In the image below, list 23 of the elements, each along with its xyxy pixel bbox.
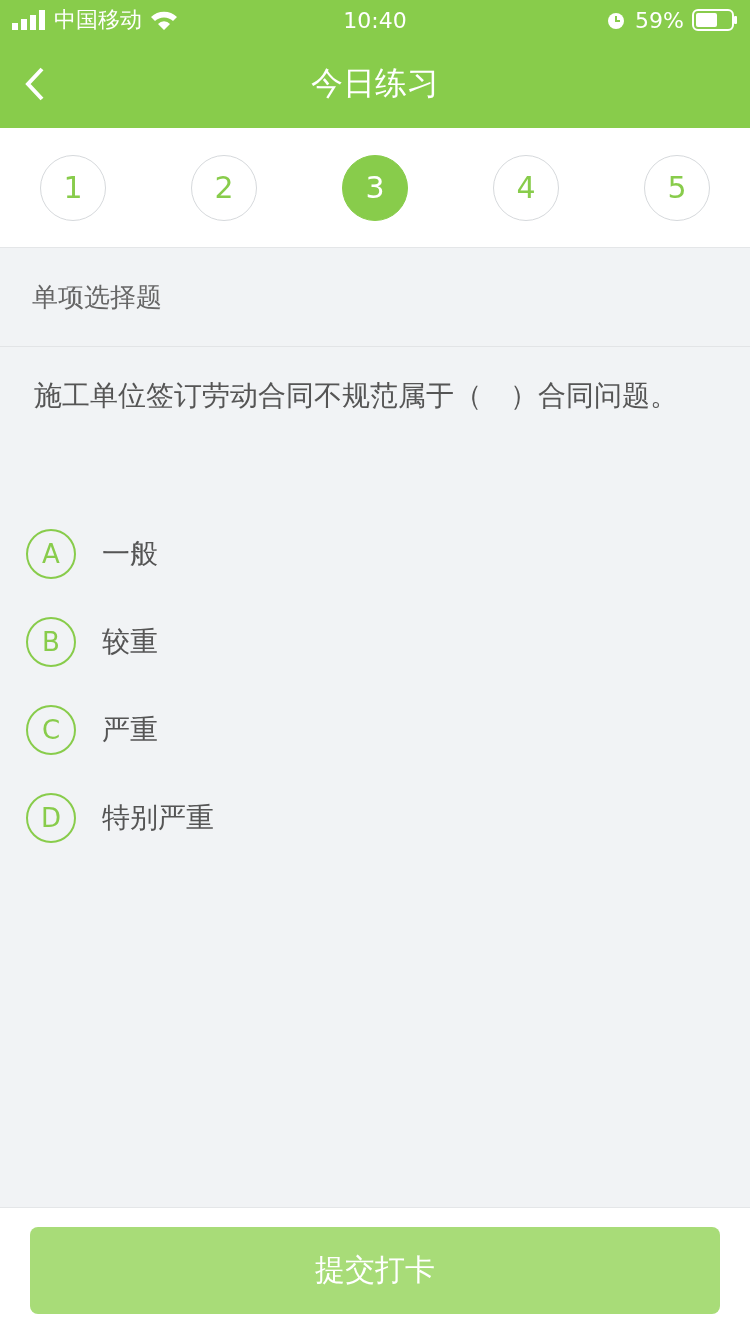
option-text[interactable]: 严重: [102, 711, 158, 749]
chevron-left-icon: [24, 66, 46, 102]
question-number-tab[interactable]: 1: [40, 154, 106, 221]
option-text[interactable]: 一般: [102, 535, 158, 573]
question-number-tab[interactable]: 2: [191, 154, 257, 221]
page-title: 今日练习: [311, 63, 439, 104]
option-letter[interactable]: B: [26, 617, 76, 667]
clock-time: 10:40: [343, 7, 407, 33]
carrier-name: 中国移动: [54, 6, 142, 34]
battery-percent: 59%: [635, 7, 684, 33]
option-letter[interactable]: C: [26, 705, 76, 755]
question-number-tab[interactable]: 4: [493, 154, 559, 221]
signal-icon: [12, 10, 46, 30]
option-letter[interactable]: D: [26, 793, 76, 843]
option-text[interactable]: 较重: [102, 623, 158, 661]
wifi-icon: [150, 9, 178, 31]
question-number-tab[interactable]: 5: [644, 154, 710, 221]
option-letter[interactable]: A: [26, 529, 76, 579]
option-text[interactable]: 特别严重: [102, 799, 214, 837]
question-text: 施工单位签订劳动合同不规范属于（ ）合同问题。: [33, 378, 679, 414]
question-type: 单项选择题: [32, 280, 162, 314]
battery-icon: [692, 9, 738, 31]
question-number-tab[interactable]: 3: [342, 154, 408, 221]
